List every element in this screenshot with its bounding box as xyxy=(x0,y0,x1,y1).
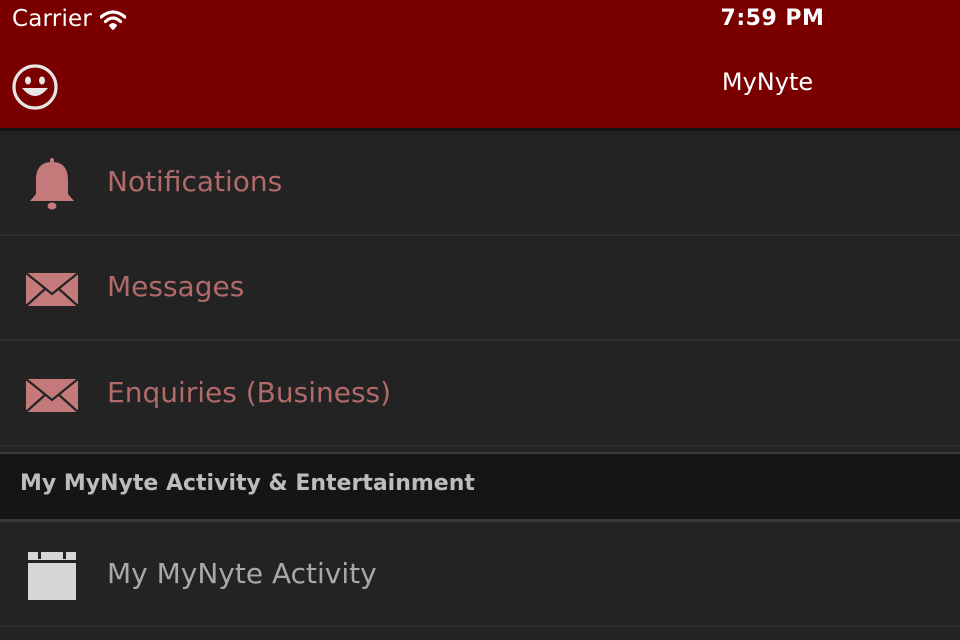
bell-icon xyxy=(30,158,74,210)
section-header: My MyNyte Activity & Entertainment xyxy=(0,452,960,519)
envelope-icon xyxy=(25,272,79,307)
menu-item-messages[interactable]: Messages xyxy=(0,236,960,341)
menu-item-my-activity[interactable]: My MyNyte Activity xyxy=(0,522,960,627)
menu-item-label: Enquiries (Business) xyxy=(107,376,392,409)
wifi-icon xyxy=(100,10,126,30)
smiley-icon[interactable] xyxy=(10,62,60,112)
menu-item-notifications[interactable]: Notifications xyxy=(0,131,960,236)
status-time: 7:59 PM xyxy=(720,6,825,31)
menu-item-label: My MyNyte Activity xyxy=(107,557,377,590)
menu-item-label: Notifications xyxy=(107,165,283,198)
page-title: MyNyte xyxy=(721,68,814,96)
menu-item-enquiries[interactable]: Enquiries (Business) xyxy=(0,342,960,447)
carrier-label: Carrier xyxy=(12,6,93,32)
navigation-header: Carrier 7:59 PM MyNyte xyxy=(0,0,960,128)
menu-item-label: Messages xyxy=(107,270,245,303)
app-screen: Carrier 7:59 PM MyNyte Notifications Mes… xyxy=(0,0,960,640)
envelope-icon xyxy=(25,378,79,413)
section-title: My MyNyte Activity & Entertainment xyxy=(20,471,475,496)
calendar-icon xyxy=(28,550,76,600)
